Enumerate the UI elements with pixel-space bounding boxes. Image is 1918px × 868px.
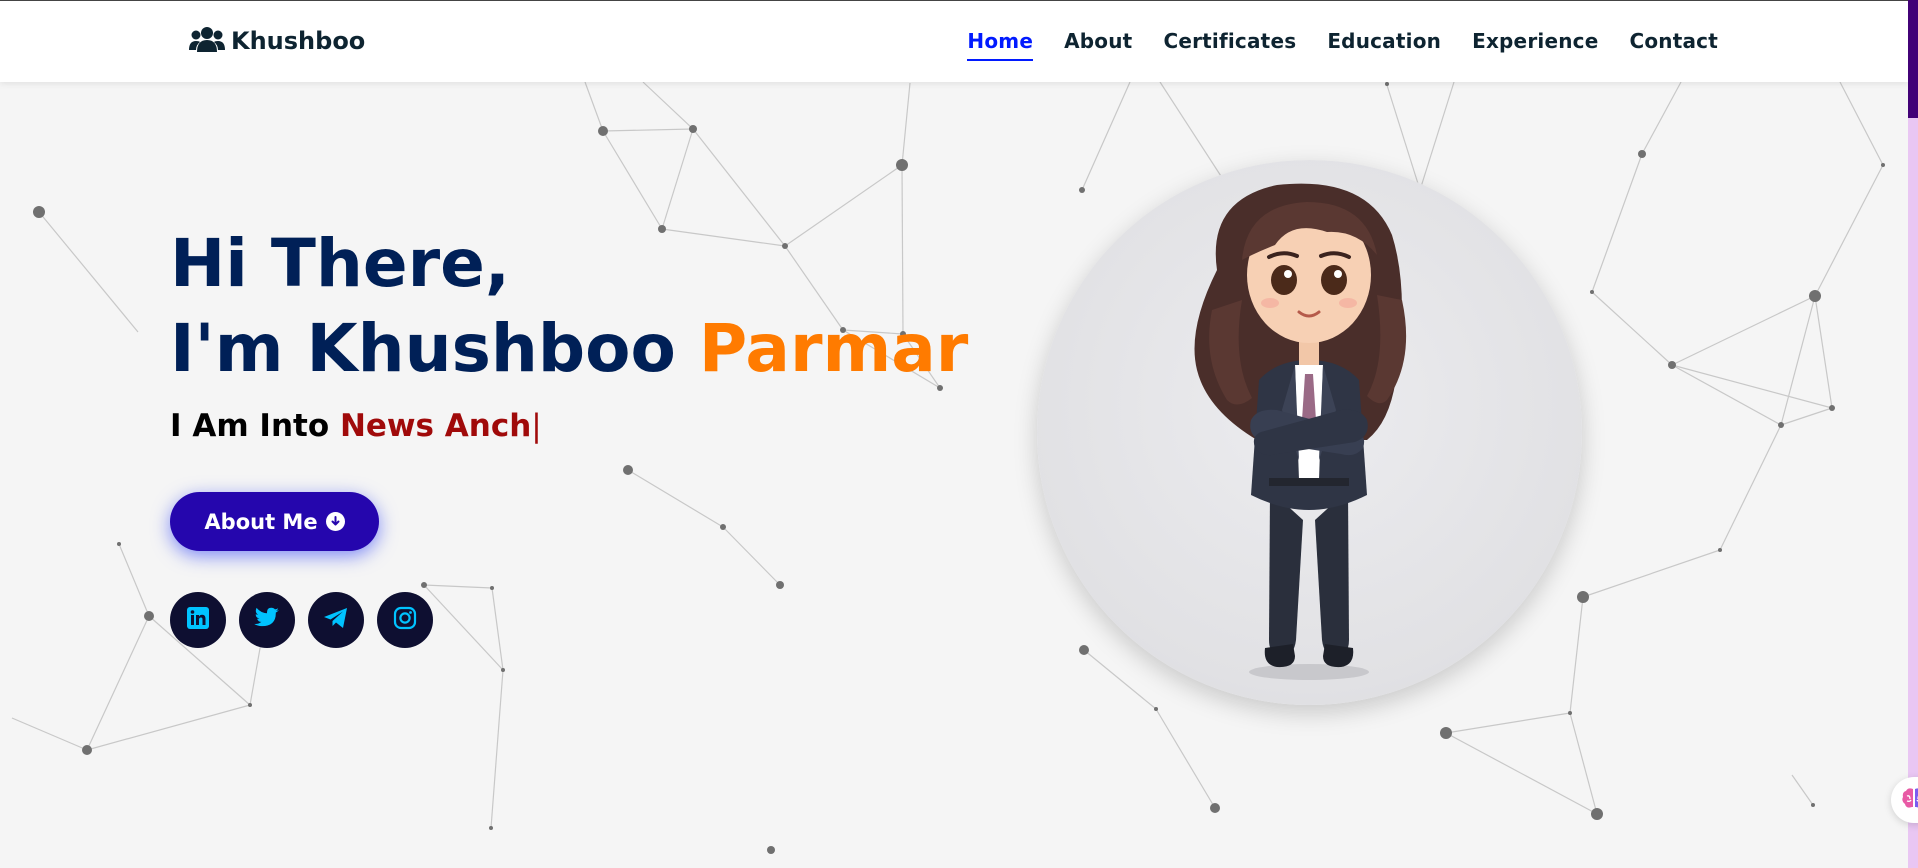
nav-certificates[interactable]: Certificates: [1163, 29, 1296, 61]
hero-intro: I'm Khushboo: [170, 310, 676, 388]
brain-icon: [1901, 786, 1918, 814]
nav-menu: Home About Certificates Education Experi…: [967, 29, 1718, 61]
instagram-icon: [393, 606, 417, 634]
hero-surname: Parmar: [698, 310, 969, 388]
nav-contact[interactable]: Contact: [1629, 29, 1718, 61]
top-navbar: Khushboo Home About Certificates Educati…: [0, 0, 1908, 82]
linkedin-icon: [186, 606, 210, 634]
hero-section: Hi There, I'm Khushboo Parmar I Am Into …: [170, 224, 968, 444]
social-links: [170, 592, 433, 648]
page-scrollbar[interactable]: [1908, 0, 1918, 868]
linkedin-button[interactable]: [170, 592, 226, 648]
telegram-icon: [323, 607, 349, 633]
hero-greeting: Hi There,: [170, 225, 510, 302]
typing-prefix: I Am Into: [170, 408, 330, 445]
avatar: [1037, 160, 1582, 705]
hero-name: I'm Khushboo Parmar: [170, 309, 968, 388]
twitter-button[interactable]: [239, 592, 295, 648]
arrow-down-circle-icon: [325, 512, 345, 531]
nav-experience[interactable]: Experience: [1472, 29, 1598, 61]
twitter-icon: [254, 607, 280, 633]
brand[interactable]: Khushboo: [189, 25, 365, 57]
users-icon: [189, 25, 225, 57]
about-me-label: About Me: [204, 509, 318, 534]
typing-text: I Am Into News Anch|: [170, 408, 968, 444]
nav-home[interactable]: Home: [967, 29, 1034, 61]
instagram-button[interactable]: [377, 592, 433, 648]
telegram-button[interactable]: [308, 592, 364, 648]
about-me-button[interactable]: About Me: [170, 492, 379, 551]
nav-education[interactable]: Education: [1327, 29, 1441, 61]
brand-name: Khushboo: [231, 27, 366, 55]
scrollbar-thumb[interactable]: [1908, 0, 1918, 118]
cartoon-woman-avatar: [1194, 183, 1407, 680]
typing-caret: |: [531, 408, 542, 445]
nav-about[interactable]: About: [1064, 29, 1132, 61]
typing-word: News Anch: [339, 408, 532, 445]
